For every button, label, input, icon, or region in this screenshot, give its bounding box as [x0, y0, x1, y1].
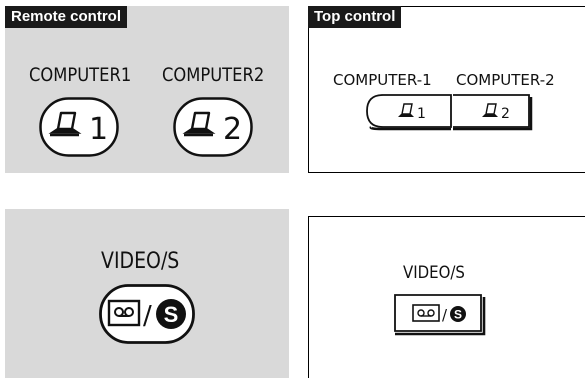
- computer-1-label: COMPUTER-1: [333, 71, 432, 89]
- video-s-slash: /: [143, 301, 152, 331]
- computer2-label: COMPUTER2: [162, 64, 265, 86]
- computer1-button[interactable]: 1: [39, 97, 119, 157]
- button1-number: 1: [89, 112, 108, 147]
- s-circle-icon: S: [156, 299, 186, 329]
- top-button1-number: 1: [417, 106, 426, 122]
- remote-control-title: Remote control: [5, 6, 128, 28]
- computer-1-button[interactable]: 1: [363, 93, 453, 131]
- s-letter: S: [164, 302, 179, 327]
- computer-2-label: COMPUTER-2: [456, 71, 555, 89]
- computer-2-button[interactable]: 2: [451, 93, 533, 131]
- top-control-panel: Top control COMPUTER-1 COMPUTER-2 1 2: [308, 6, 585, 173]
- computer1-label: COMPUTER1: [29, 64, 132, 86]
- top-video-s-button[interactable]: / S: [393, 293, 487, 337]
- video-s-label: VIDEO/S: [101, 249, 180, 274]
- top-button2-number: 2: [501, 106, 510, 122]
- s-circle-icon: S: [450, 306, 466, 322]
- video-s-button[interactable]: / S: [99, 284, 195, 344]
- button2-number: 2: [223, 112, 242, 147]
- remote-video-panel: VIDEO/S / S: [5, 209, 289, 378]
- top-control-title: Top control: [308, 6, 402, 28]
- remote-control-panel: Remote control COMPUTER1 COMPUTER2 1 2: [5, 6, 289, 173]
- computer2-button[interactable]: 2: [173, 97, 253, 157]
- top-video-s-label: VIDEO/S: [403, 263, 465, 283]
- top-video-panel: VIDEO/S / S: [308, 216, 585, 378]
- top-s-letter: S: [454, 308, 462, 322]
